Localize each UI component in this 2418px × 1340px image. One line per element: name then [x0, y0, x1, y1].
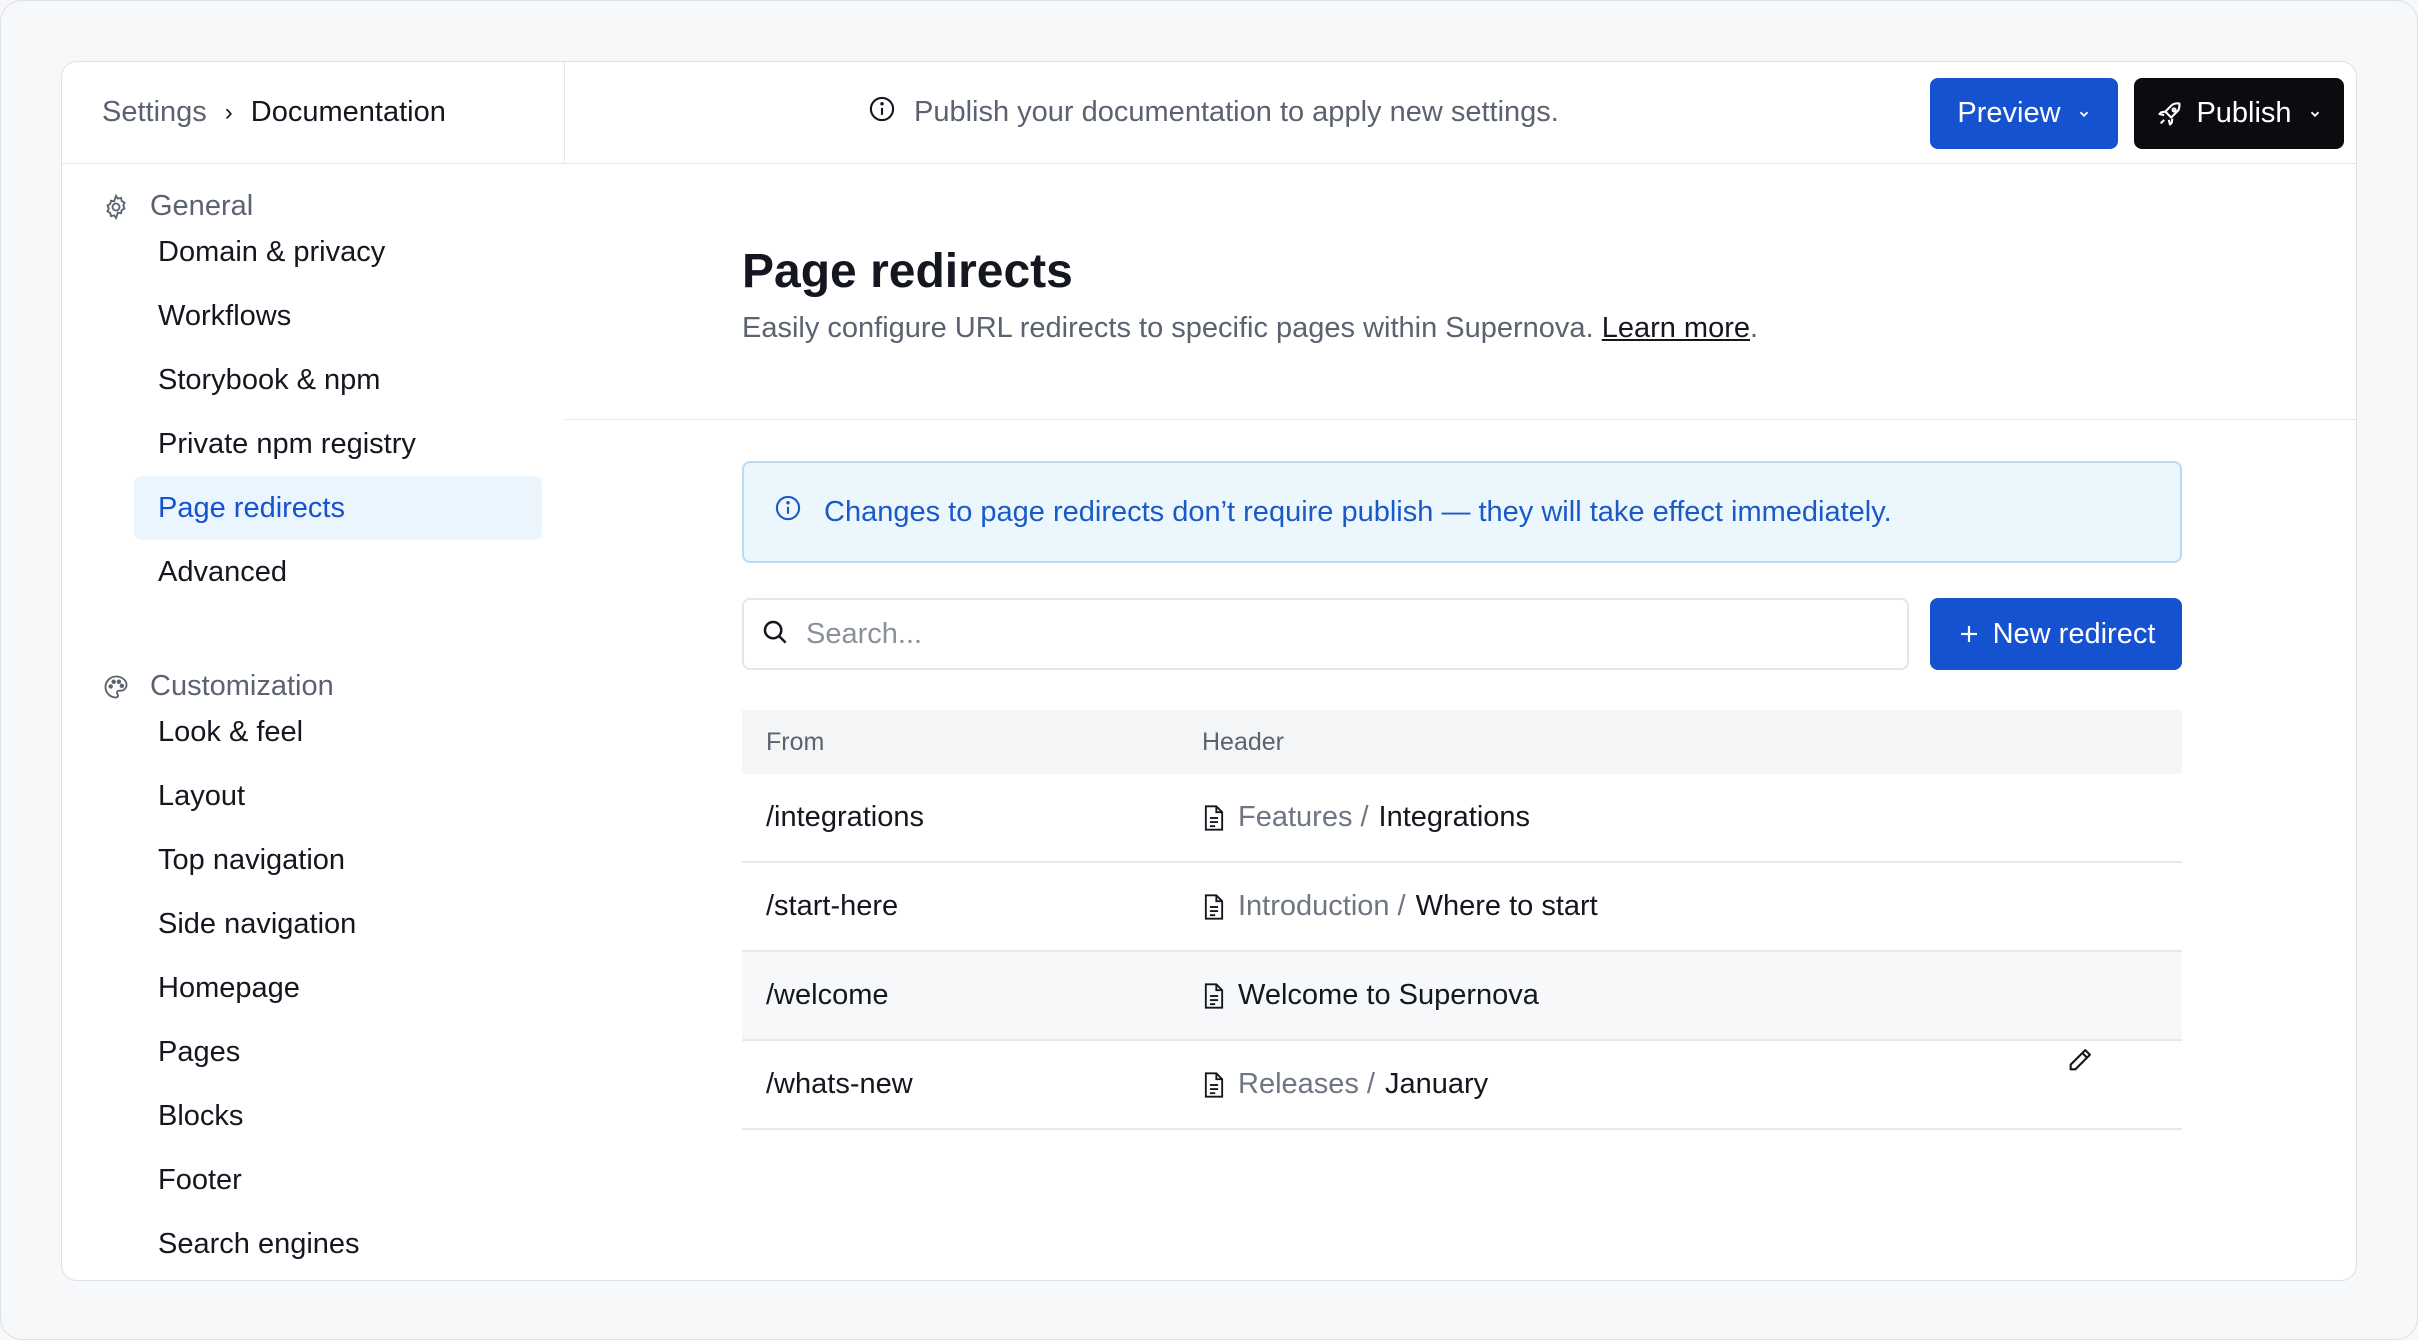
table-row[interactable]: /start-here Introduction / Where to start: [742, 863, 2182, 952]
sidebar-item-private-npm-registry[interactable]: Private npm registry: [134, 412, 542, 476]
publish-notice: Publish your documentation to apply new …: [868, 62, 1559, 163]
page-description: Easily configure URL redirects to specif…: [742, 312, 1758, 345]
plus-icon: [1957, 622, 1981, 646]
sidebar-item-workflows[interactable]: Workflows: [134, 284, 542, 348]
sidebar-item-storybook-npm[interactable]: Storybook & npm: [134, 348, 542, 412]
column-header-header: Header: [1202, 727, 1284, 756]
sidebar-item-blocks[interactable]: Blocks: [134, 1084, 542, 1148]
new-redirect-label: New redirect: [1992, 617, 2156, 650]
info-icon: [774, 494, 802, 530]
redirect-target: Features / Integrations: [1202, 801, 1530, 834]
table-row[interactable]: /welcome Welcome to Supernova: [742, 952, 2182, 1041]
edit-redirect-button[interactable]: [2062, 1044, 2098, 1080]
redirect-target: Welcome to Supernova: [1202, 979, 1539, 1012]
header-divider: [565, 419, 2356, 420]
table-row[interactable]: /whats-new Releases / January: [742, 1041, 2182, 1130]
table-header: From Header: [742, 710, 2182, 774]
outer-frame: Settings › Documentation Publish your do…: [0, 0, 2418, 1340]
breadcrumb-settings[interactable]: Settings: [102, 96, 207, 129]
redirect-target: Introduction / Where to start: [1202, 890, 1598, 923]
sidebar: General Domain & privacy Workflows Story…: [62, 164, 564, 1280]
search-icon: [760, 617, 790, 652]
publish-button-label: Publish: [2196, 97, 2292, 129]
info-icon: [868, 95, 896, 131]
sidebar-group-customization: Customization: [102, 670, 334, 703]
search-input[interactable]: [804, 616, 1858, 652]
sidebar-item-advanced[interactable]: Advanced: [134, 540, 542, 604]
rocket-icon: [2156, 100, 2184, 128]
info-banner-text: Changes to page redirects don’t require …: [824, 495, 1892, 528]
publish-notice-text: Publish your documentation to apply new …: [914, 96, 1559, 128]
sidebar-item-pages[interactable]: Pages: [134, 1020, 542, 1084]
sidebar-item-domain-privacy[interactable]: Domain & privacy: [134, 220, 542, 284]
path-separator: /: [1366, 1068, 1375, 1100]
target-page: Where to start: [1415, 890, 1598, 922]
sidebar-item-look-feel[interactable]: Look & feel: [134, 700, 542, 764]
document-icon: [1202, 982, 1226, 1010]
document-icon: [1202, 893, 1226, 921]
sidebar-item-side-navigation[interactable]: Side navigation: [134, 892, 542, 956]
sidebar-divider: [564, 62, 565, 163]
breadcrumb-documentation: Documentation: [250, 96, 446, 128]
sidebar-group-general: General: [102, 190, 253, 223]
page-title: Page redirects: [742, 245, 1073, 298]
top-bar: Settings › Documentation Publish your do…: [62, 62, 2356, 164]
sidebar-item-homepage[interactable]: Homepage: [134, 956, 542, 1020]
target-parent: Introduction: [1238, 890, 1390, 922]
path-separator: /: [1397, 890, 1406, 922]
sidebar-item-page-redirects[interactable]: Page redirects: [134, 476, 542, 540]
redirect-target: Releases / January: [1202, 1068, 1488, 1101]
sidebar-group-label: Customization: [150, 670, 334, 702]
target-page: Integrations: [1378, 801, 1531, 833]
gear-icon: [102, 193, 130, 221]
new-redirect-button[interactable]: New redirect: [1930, 598, 2182, 670]
redirect-from: /start-here: [766, 890, 899, 922]
sidebar-group-label: General: [150, 190, 254, 222]
search-field[interactable]: [742, 598, 1909, 670]
learn-more-link[interactable]: Learn more: [1602, 312, 1750, 344]
page-description-end: .: [1750, 312, 1759, 344]
page-description-text: Easily configure URL redirects to specif…: [742, 312, 1602, 344]
redirect-from: /welcome: [766, 979, 889, 1011]
settings-window: Settings › Documentation Publish your do…: [61, 61, 2357, 1281]
publish-button[interactable]: Publish: [2134, 78, 2344, 149]
redirect-from: /whats-new: [766, 1068, 913, 1100]
main-content: Page redirects Easily configure URL redi…: [565, 164, 2356, 1280]
target-parent: Releases: [1238, 1068, 1359, 1100]
chevron-down-icon: [2077, 107, 2091, 121]
sidebar-item-search-engines[interactable]: Search engines: [134, 1212, 542, 1276]
sidebar-item-layout[interactable]: Layout: [134, 764, 542, 828]
preview-button[interactable]: Preview: [1930, 78, 2118, 149]
chevron-right-icon: ›: [224, 98, 233, 126]
redirects-table: From Header /integrations Features / Inte…: [742, 710, 2182, 1130]
sidebar-item-top-navigation[interactable]: Top navigation: [134, 828, 542, 892]
chevron-down-icon: [2308, 107, 2322, 121]
document-icon: [1202, 804, 1226, 832]
target-page: Welcome to Supernova: [1238, 979, 1539, 1011]
pencil-icon: [2066, 1046, 2094, 1079]
path-separator: /: [1360, 801, 1369, 833]
target-parent: Features: [1238, 801, 1353, 833]
column-header-from: From: [766, 727, 825, 756]
breadcrumb: Settings › Documentation: [102, 62, 446, 163]
table-row[interactable]: /integrations Features / Integrations: [742, 774, 2182, 863]
info-banner: Changes to page redirects don’t require …: [742, 461, 2182, 563]
preview-button-label: Preview: [1957, 97, 2061, 129]
redirect-from: /integrations: [766, 801, 924, 833]
document-icon: [1202, 1071, 1226, 1099]
target-page: January: [1384, 1068, 1489, 1100]
palette-icon: [102, 673, 130, 701]
sidebar-item-footer[interactable]: Footer: [134, 1148, 542, 1212]
